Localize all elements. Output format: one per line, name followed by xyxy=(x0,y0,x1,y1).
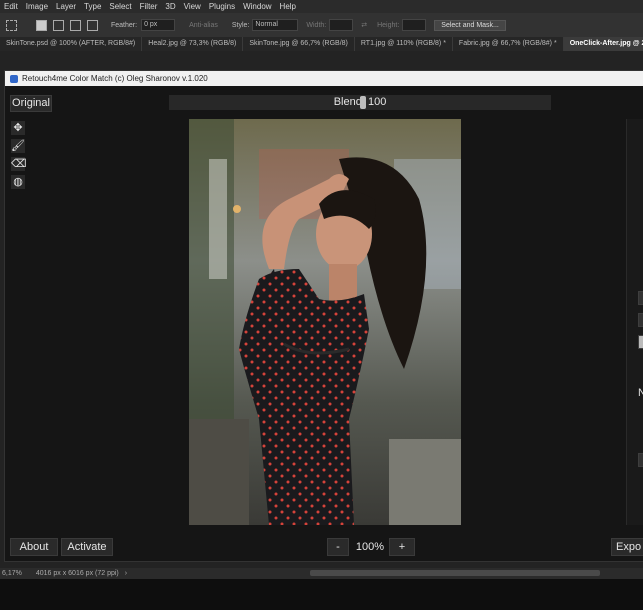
menu-window[interactable]: Window xyxy=(239,2,275,11)
eraser-icon[interactable]: ⌫ xyxy=(11,157,27,171)
menu-filter[interactable]: Filter xyxy=(136,2,162,11)
menu-type[interactable]: Type xyxy=(80,2,105,11)
menu-view[interactable]: View xyxy=(180,2,205,11)
style-select[interactable]: Normal xyxy=(252,19,299,31)
right-panel-control-2[interactable] xyxy=(638,313,643,327)
app-logo-icon xyxy=(10,74,18,83)
tab-fabric[interactable]: Fabric.jpg @ 66,7% (RGB/8#) * xyxy=(453,37,564,51)
blend-handle[interactable] xyxy=(360,96,366,109)
subtract-selection-icon[interactable] xyxy=(70,19,81,31)
menu-help[interactable]: Help xyxy=(276,2,300,11)
feather-input[interactable]: 0 px xyxy=(141,19,176,31)
menu-edit[interactable]: Edit xyxy=(0,2,22,11)
blend-value: 100 xyxy=(367,96,387,108)
height-input[interactable] xyxy=(402,19,427,31)
width-label: Width: xyxy=(306,21,327,29)
add-selection-icon[interactable] xyxy=(53,19,64,31)
intersect-selection-icon[interactable] xyxy=(87,19,98,31)
blend-slider[interactable]: Blend: 100 xyxy=(169,95,551,110)
options-bar: Feather: 0 px Anti-alias Style: Normal W… xyxy=(0,13,643,38)
move-icon[interactable]: ✥ xyxy=(11,121,25,135)
antialias-label[interactable]: Anti-alias xyxy=(189,22,218,29)
tab-skintone-psd[interactable]: SkinTone.psd @ 100% (AFTER, RGB/8#) xyxy=(0,37,143,51)
style-label: Style: xyxy=(231,21,250,29)
right-panel-control-3[interactable] xyxy=(638,453,643,467)
portrait-image xyxy=(189,119,461,525)
menu-layer[interactable]: Layer xyxy=(52,2,80,11)
color-match-window: Retouch4me Color Match (c) Oleg Sharonov… xyxy=(4,70,643,562)
height-label: Height: xyxy=(377,21,400,29)
menu-bar: Edit Image Layer Type Select Filter 3D V… xyxy=(0,0,643,13)
right-panel-control-1[interactable] xyxy=(638,291,643,305)
menu-image[interactable]: Image xyxy=(22,2,52,11)
about-button[interactable]: About xyxy=(10,538,58,556)
status-document-size: 4016 px x 6016 px (72 ppi) xyxy=(35,570,119,577)
export-button[interactable]: Expo xyxy=(611,538,643,556)
photo-preview[interactable] xyxy=(189,119,461,525)
right-panel-slider-handle[interactable] xyxy=(638,335,643,349)
status-arrow-icon[interactable]: › xyxy=(125,570,127,577)
window-titlebar[interactable]: Retouch4me Color Match (c) Oleg Sharonov… xyxy=(5,71,643,86)
tab-skintone-jpg[interactable]: SkinTone.jpg @ 66,7% (RGB/8) xyxy=(243,37,355,51)
tab-oneclick-after[interactable]: OneClick-After.jpg @ 20 xyxy=(563,37,643,51)
activate-button[interactable]: Activate xyxy=(61,538,113,556)
zoom-level: 100% xyxy=(355,541,385,553)
window-title: Retouch4me Color Match (c) Oleg Sharonov… xyxy=(22,74,208,83)
zoom-in-button[interactable]: + xyxy=(389,538,415,556)
right-panel: h No xyxy=(626,119,643,525)
globe-icon[interactable]: ◍ xyxy=(11,175,25,189)
menu-3d[interactable]: 3D xyxy=(161,2,179,11)
new-selection-icon[interactable] xyxy=(36,19,47,31)
tab-heal2[interactable]: Heal2.jpg @ 73,3% (RGB/8) xyxy=(142,37,244,51)
select-and-mask-button[interactable]: Select and Mask... xyxy=(434,19,506,31)
original-button[interactable]: Original xyxy=(10,95,52,112)
zoom-out-button[interactable]: - xyxy=(327,538,349,556)
width-input[interactable] xyxy=(329,19,354,31)
tab-rt1[interactable]: RT1.jpg @ 110% (RGB/8) * xyxy=(355,37,453,51)
marquee-tool-icon[interactable] xyxy=(6,19,17,31)
horizontal-scrollbar[interactable] xyxy=(310,570,600,576)
document-tabs: SkinTone.psd @ 100% (AFTER, RGB/8#) Heal… xyxy=(0,37,643,51)
status-zoom[interactable]: 6,17% xyxy=(2,570,22,577)
swap-icon[interactable]: ⇄ xyxy=(361,21,367,29)
taskbar xyxy=(0,579,643,610)
feather-label: Feather: xyxy=(111,21,138,29)
brush-icon[interactable]: 🖌 xyxy=(11,139,25,153)
right-panel-label-no: No xyxy=(638,387,643,399)
menu-select[interactable]: Select xyxy=(105,2,135,11)
menu-plugins[interactable]: Plugins xyxy=(205,2,239,11)
